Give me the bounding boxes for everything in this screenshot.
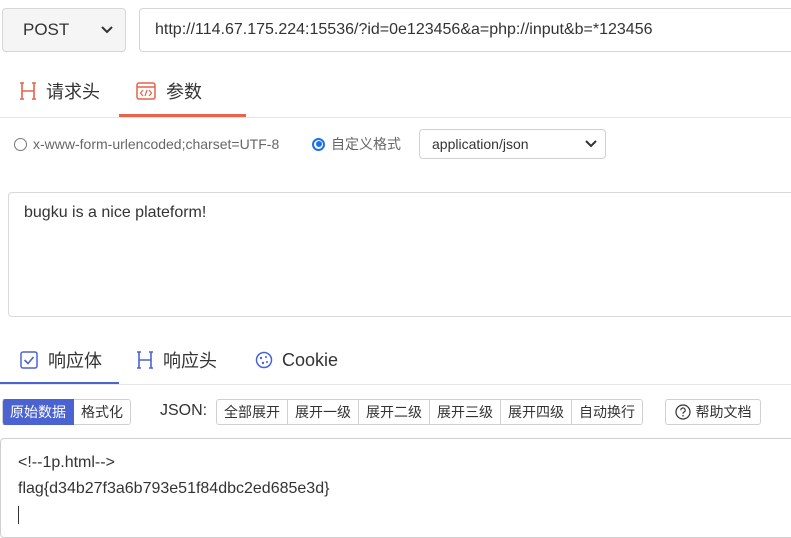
code-window-icon [136,82,156,100]
radio-icon [14,137,27,151]
checkbox-icon [20,351,38,369]
radio-urlencoded[interactable]: x-www-form-urlencoded;charset=UTF-8 [14,135,279,153]
cookie-icon [255,351,273,369]
formatted-button[interactable]: 格式化 [74,399,131,425]
header-h-icon [137,351,153,369]
tab-params[interactable]: 参数 [136,78,202,104]
content-type-value: application/json [432,136,529,152]
chevron-down-icon [585,140,597,148]
expand-level1-button[interactable]: 展开一级 [288,399,359,425]
auto-wrap-button[interactable]: 自动换行 [572,399,643,425]
text-cursor [18,505,19,524]
expand-level3-button[interactable]: 展开三级 [430,399,501,425]
content-type-select[interactable]: application/json [419,129,606,159]
tab-label: 响应体 [48,351,102,371]
chevron-down-icon [101,26,113,34]
request-body-text: bugku is a nice plateform! [24,204,207,221]
radio-icon [312,137,325,151]
radio-label: x-www-form-urlencoded;charset=UTF-8 [33,136,280,152]
divider [0,117,791,118]
tab-label: 参数 [166,82,202,102]
question-icon [674,404,691,420]
url-input[interactable]: http://114.67.175.224:15536/?id=0e123456… [139,8,791,52]
radio-label: 自定义格式 [331,136,401,152]
url-value: http://114.67.175.224:15536/?id=0e123456… [155,21,653,38]
raw-data-button[interactable]: 原始数据 [2,399,74,425]
radio-custom[interactable]: 自定义格式 [312,135,401,153]
method-value: POST [23,20,70,39]
response-line: <!--1p.html--> [18,454,115,471]
expand-level4-button[interactable]: 展开四级 [501,399,572,425]
tab-label: 请求头 [46,82,100,102]
expand-level2-button[interactable]: 展开二级 [359,399,430,425]
expand-all-button[interactable]: 全部展开 [216,399,288,425]
help-docs-button[interactable]: 帮助文档 [665,399,761,425]
tab-request-headers[interactable]: 请求头 [20,78,100,104]
response-body[interactable]: <!--1p.html--> flag{d34b27f3a6b793e51f84… [0,438,791,538]
method-select[interactable]: POST [2,8,126,52]
json-label: JSON: [160,402,208,419]
tab-cookie[interactable]: Cookie [255,347,338,373]
response-line: flag{d34b27f3a6b793e51f84dbc2ed685e3d} [18,480,330,497]
tab-response-body[interactable]: 响应体 [20,347,102,373]
json-expand-group: 全部展开 展开一级 展开二级 展开三级 展开四级 自动换行 [216,399,643,425]
divider [0,384,791,385]
request-body-textarea[interactable]: bugku is a nice plateform! [8,192,791,317]
view-mode-group: 原始数据 格式化 [2,399,131,425]
header-h-icon [20,82,36,100]
tab-label: 响应头 [163,351,217,371]
tab-response-headers[interactable]: 响应头 [137,347,217,373]
help-label: 帮助文档 [695,404,752,420]
tab-label: Cookie [282,349,339,370]
